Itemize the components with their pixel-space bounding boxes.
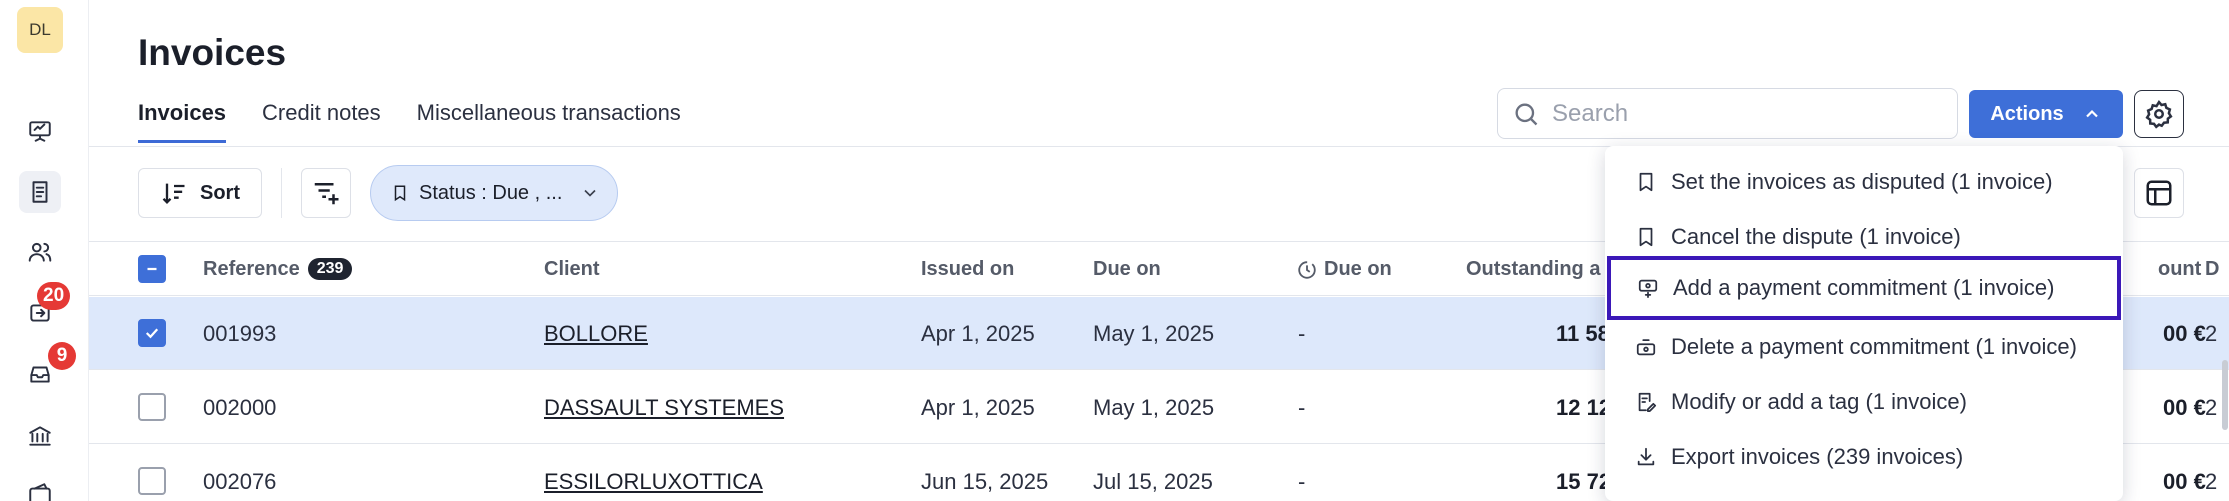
column-header-last[interactable]: D (2205, 258, 2219, 281)
status-filter-label: Status : Due , ... (419, 181, 563, 204)
sort-button[interactable]: Sort (138, 168, 262, 218)
menu-item-label: Delete a payment commitment (1 invoice) (1671, 333, 2077, 359)
presentation-icon[interactable] (24, 115, 56, 147)
column-header-issued-on[interactable]: Issued on (921, 258, 1014, 281)
gear-icon (2145, 100, 2173, 129)
chevron-down-icon (584, 189, 596, 197)
tag-edit-icon (1638, 392, 1657, 412)
cell-amount: 00 € (2163, 321, 2206, 346)
reference-count-badge: 239 (307, 258, 353, 280)
cell-due-on: May 1, 2025 (1093, 395, 1215, 420)
status-filter-chip[interactable]: Status : Due , ... (370, 165, 618, 221)
menu-item-export-invoices[interactable]: Export invoices (239 invoices) (1605, 429, 2123, 484)
cell-issued-on: Apr 1, 2025 (921, 395, 1035, 420)
cell-due-on: Jul 15, 2025 (1093, 469, 1213, 494)
cell-last: 2 (2205, 321, 2218, 346)
payment-commitment-delete-icon (1636, 338, 1656, 355)
cell-issued-on: Jun 15, 2025 (921, 469, 1049, 494)
row-checkbox[interactable] (138, 393, 166, 421)
reminders-badge: 20 (37, 282, 71, 310)
actions-menu: Set the invoices as disputed (1 invoice)… (1605, 146, 2123, 501)
sort-button-label: Sort (200, 181, 240, 204)
users-icon[interactable] (24, 236, 56, 268)
actions-button[interactable]: Actions (1969, 90, 2123, 138)
settings-button[interactable] (2134, 90, 2184, 138)
menu-item-modify-tag[interactable]: Modify or add a tag (1 invoice) (1605, 374, 2123, 429)
clock-icon (1298, 260, 1316, 279)
download-icon (1637, 447, 1655, 465)
cell-last: 2 (2205, 469, 2218, 494)
cell-reference: 002076 (203, 469, 277, 494)
cell-reference: 001993 (203, 321, 277, 346)
cell-amount: 00 € (2163, 469, 2206, 494)
sort-icon (162, 183, 185, 204)
search-input[interactable] (1552, 99, 1932, 128)
cell-issued-on: Apr 1, 2025 (921, 321, 1035, 346)
cell-outstanding: 11 58 (1556, 321, 1610, 346)
column-header-due-on[interactable]: Due on (1093, 258, 1161, 281)
forecast-due-on-label: Due on (1324, 258, 1392, 280)
cell-forecast-due-on: - (1298, 395, 1306, 420)
payment-commitment-add-icon (1638, 279, 1658, 299)
menu-item-label: Add a payment commitment (1 invoice) (1673, 275, 2055, 300)
filter-add-icon (314, 183, 339, 205)
tab-credit-notes[interactable]: Credit notes (262, 100, 381, 143)
menu-item-label: Modify or add a tag (1 invoice) (1671, 388, 1967, 414)
reference-header-label: Reference (203, 258, 300, 280)
inbox-badge: 9 (48, 342, 76, 370)
cell-client-link[interactable]: BOLLORE (544, 321, 648, 347)
horizontal-scrollbar-thumb[interactable] (2222, 360, 2228, 430)
cell-forecast-due-on: - (1298, 321, 1306, 346)
chevron-up-icon (2085, 109, 2098, 118)
search-icon (1515, 103, 1538, 125)
bank-icon[interactable] (24, 420, 56, 452)
bookmark-icon (1639, 227, 1653, 246)
cell-forecast-due-on: - (1298, 469, 1306, 494)
column-header-client[interactable]: Client (544, 258, 600, 281)
cell-outstanding: 15 72 (1556, 469, 1612, 494)
tab-miscellaneous-transactions[interactable]: Miscellaneous transactions (417, 100, 681, 143)
column-header-amount[interactable]: ount (2158, 258, 2201, 281)
cell-outstanding: 12 12 (1556, 395, 1612, 420)
tab-bar: Invoices Credit notes Miscellaneous tran… (138, 100, 681, 143)
avatar[interactable]: DL (17, 7, 63, 53)
select-all-checkbox[interactable] (138, 255, 166, 283)
row-checkbox[interactable] (138, 467, 166, 495)
sidebar: DL 20 9 (0, 0, 89, 501)
app: DL 20 9 Invoices Invoices Credit notes M… (0, 0, 2229, 501)
cell-client-link[interactable]: ESSILORLUXOTTICA (544, 469, 763, 495)
table-layout-icon (2146, 180, 2172, 206)
add-filter-button[interactable] (301, 168, 351, 218)
row-checkbox[interactable] (138, 319, 166, 347)
bookmark-icon (394, 185, 406, 202)
menu-item-set-disputed[interactable]: Set the invoices as disputed (1 invoice) (1605, 154, 2123, 209)
menu-item-label: Cancel the dispute (1 invoice) (1671, 223, 1961, 249)
column-header-outstanding[interactable]: Outstanding a (1466, 258, 1600, 281)
cell-last: 2 (2205, 395, 2218, 420)
table-layout-button[interactable] (2134, 168, 2184, 218)
tab-invoices[interactable]: Invoices (138, 100, 227, 143)
menu-item-label: Set the invoices as disputed (1 invoice) (1671, 168, 2053, 194)
menu-item-delete-payment-commitment[interactable]: Delete a payment commitment (1 invoice) (1605, 319, 2123, 374)
cell-client-link[interactable]: DASSAULT SYSTEMES (544, 395, 784, 421)
invoice-icon[interactable] (19, 171, 61, 213)
cell-reference: 002000 (203, 395, 277, 420)
cell-due-on: May 1, 2025 (1093, 321, 1215, 346)
column-header-forecast-due-on[interactable]: Due on (1296, 258, 1392, 281)
wallet-icon[interactable] (24, 478, 56, 501)
menu-item-label: Export invoices (239 invoices) (1671, 443, 1964, 469)
toolbar-divider (281, 168, 282, 218)
bookmark-icon (1639, 172, 1653, 191)
cell-amount: 00 € (2163, 395, 2206, 420)
actions-button-label: Actions (1990, 102, 2064, 125)
column-header-reference[interactable]: Reference 239 (203, 258, 353, 281)
search-box[interactable] (1497, 88, 1958, 139)
page-title: Invoices (138, 32, 287, 73)
menu-item-add-payment-commitment[interactable]: Add a payment commitment (1 invoice) (1607, 256, 2121, 320)
